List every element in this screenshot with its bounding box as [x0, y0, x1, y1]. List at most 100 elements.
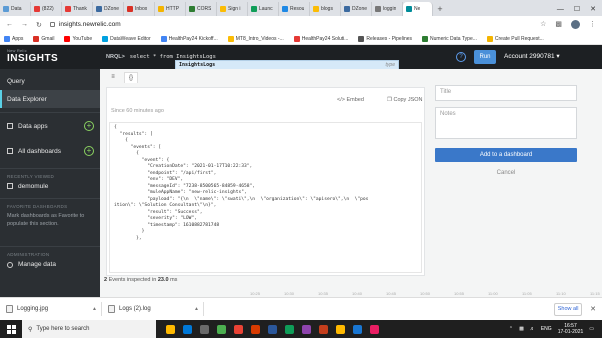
- notification-icon[interactable]: ▭: [589, 326, 594, 332]
- close-icon[interactable]: ✕: [590, 305, 596, 313]
- bookmarks-bar: Apps Gmail YouTube DataWeave Editor HealthPa…: [0, 33, 602, 45]
- sidebar-item-data-apps[interactable]: Data apps +: [0, 117, 100, 135]
- taskbar-app-icon[interactable]: [370, 324, 379, 334]
- timeline-tick: 10:30: [284, 291, 295, 296]
- extensions-icon[interactable]: ▩: [555, 20, 562, 29]
- browser-tab[interactable]: DZone: [341, 2, 372, 16]
- tab-json-view[interactable]: {}: [124, 72, 138, 83]
- sidebar-item-data-explorer[interactable]: Data Explorer: [0, 90, 100, 108]
- bookmark-item[interactable]: Apps: [4, 35, 23, 42]
- bookmark-icon: [102, 35, 109, 42]
- recent-item-demomule[interactable]: demomule: [0, 179, 100, 193]
- tab-label: Thank: [73, 6, 87, 12]
- minimize-icon[interactable]: —: [557, 6, 564, 13]
- bookmark-item[interactable]: YouTube: [64, 35, 93, 42]
- browser-tab[interactable]: Thank: [62, 2, 93, 16]
- clock[interactable]: 16:57 17-01-2021: [558, 323, 584, 335]
- copy-json-button[interactable]: ❐ Copy JSON: [387, 97, 423, 103]
- forward-icon[interactable]: →: [21, 21, 28, 28]
- json-output[interactable]: { "results": [ { "events": [ { "event": …: [109, 122, 422, 273]
- tab-favicon-icon: [34, 6, 40, 12]
- browser-tab[interactable]: (822): [31, 2, 62, 16]
- main-panel: ≡ {} </> Embed ❐ Copy JSON Since 60 minu…: [100, 69, 602, 297]
- taskbar-app-icon[interactable]: [353, 324, 362, 334]
- reload-icon[interactable]: ↻: [36, 21, 42, 29]
- star-icon[interactable]: ☆: [540, 20, 546, 29]
- taskbar-app-icon[interactable]: [285, 324, 294, 334]
- help-icon[interactable]: ?: [456, 52, 466, 62]
- menu-icon[interactable]: ⋮: [589, 20, 596, 29]
- close-window-icon[interactable]: ✕: [590, 5, 596, 13]
- browser-tab[interactable]: HTTP: [155, 2, 186, 16]
- new-tab-icon[interactable]: +: [433, 2, 447, 16]
- tab-favicon-icon: [220, 6, 226, 12]
- browser-tab[interactable]: Resou: [279, 2, 310, 16]
- language-indicator[interactable]: ENG: [541, 326, 552, 332]
- taskbar-search[interactable]: ⚲ Type here to search: [22, 320, 156, 338]
- account-selector[interactable]: Account 2990781 ▾: [504, 50, 560, 64]
- bookmark-item[interactable]: HealthPay24 Kickoff...: [160, 35, 218, 42]
- show-all-button[interactable]: Show all: [554, 302, 583, 316]
- taskbar-app-icon[interactable]: [319, 324, 328, 334]
- bookmark-item[interactable]: MT8_Intro_Videos -...: [227, 35, 284, 42]
- bookmark-label: YouTube: [72, 35, 93, 42]
- sidebar-item-all-dashboards[interactable]: All dashboards +: [0, 142, 100, 160]
- tab-label: DZone: [104, 6, 120, 12]
- add-data-app-icon[interactable]: +: [84, 121, 94, 131]
- bookmark-item[interactable]: DataWeave Editor: [102, 35, 151, 42]
- taskbar-app-icon[interactable]: [251, 324, 260, 334]
- sidebar-item-manage-data[interactable]: Manage data: [0, 257, 100, 272]
- browser-tab[interactable]: loggin: [372, 2, 403, 16]
- bookmark-item[interactable]: Create Pull Request...: [486, 35, 544, 42]
- title-field[interactable]: Title: [435, 85, 577, 101]
- taskbar-app-icon[interactable]: [302, 324, 311, 334]
- taskbar-app-icon[interactable]: [200, 324, 209, 334]
- taskbar-app-icon[interactable]: [268, 324, 277, 334]
- bookmark-item[interactable]: Releases - Pipelines: [358, 35, 412, 42]
- tray-chevron-icon[interactable]: ⌃: [509, 326, 513, 332]
- chevron-up-icon[interactable]: ▲: [194, 306, 203, 312]
- maximize-icon[interactable]: ☐: [574, 5, 580, 13]
- browser-tab[interactable]: Inbox: [124, 2, 155, 16]
- tab-table-view[interactable]: ≡: [106, 72, 120, 83]
- bookmark-item[interactable]: HealthPay24 Soluti...: [293, 35, 348, 42]
- sidebar-item-query[interactable]: Query: [0, 72, 100, 90]
- browser-tab[interactable]: DZone: [93, 2, 124, 16]
- embed-button[interactable]: </> Embed: [337, 97, 364, 103]
- browser-tab[interactable]: Sign i: [217, 2, 248, 16]
- tab-label: loggin: [383, 6, 397, 12]
- logo[interactable]: New Relic INSIGHTS: [0, 45, 100, 69]
- network-icon[interactable]: ▩: [519, 326, 524, 332]
- sidebar-item-label: Data Explorer: [7, 95, 47, 103]
- download-item[interactable]: Logging.jpg ▲: [6, 302, 102, 316]
- notes-field[interactable]: Notes: [435, 107, 577, 139]
- taskbar-app-icon[interactable]: [336, 324, 345, 334]
- back-icon[interactable]: ←: [6, 21, 13, 28]
- profile-avatar[interactable]: [571, 20, 580, 29]
- browser-tab[interactable]: Data: [0, 2, 31, 16]
- download-filename: Logs (2).log: [119, 306, 151, 312]
- taskbar-app-icon[interactable]: [217, 324, 226, 334]
- add-dashboard-icon[interactable]: +: [84, 146, 94, 156]
- taskbar-app-icon[interactable]: [166, 324, 175, 334]
- chevron-up-icon[interactable]: ▲: [92, 306, 101, 312]
- tab-label: Ne: [414, 6, 421, 12]
- cancel-button[interactable]: Cancel: [435, 170, 577, 176]
- tab-favicon-icon: [313, 6, 319, 12]
- taskbar-app-icon[interactable]: [183, 324, 192, 334]
- tab-label: Inbox: [135, 6, 148, 12]
- url-field[interactable]: insights.newrelic.com: [49, 19, 532, 31]
- volume-icon[interactable]: ♬: [530, 326, 535, 332]
- download-item[interactable]: Logs (2).log ▲: [108, 302, 204, 316]
- taskbar-app-icon[interactable]: [234, 324, 243, 334]
- run-button[interactable]: Run: [474, 50, 496, 64]
- add-to-dashboard-button[interactable]: Add to a dashboard: [435, 148, 577, 162]
- browser-tab[interactable]: CORS: [186, 2, 217, 16]
- bookmark-item[interactable]: Gmail: [33, 35, 54, 42]
- windows-start-icon[interactable]: [0, 320, 22, 338]
- tab-favicon-icon: [189, 6, 195, 12]
- browser-tab[interactable]: Launc: [248, 2, 279, 16]
- browser-tab[interactable]: blogs: [310, 2, 341, 16]
- browser-tab[interactable]: Ne: [403, 2, 433, 16]
- bookmark-item[interactable]: Numeric Data Type...: [422, 35, 477, 42]
